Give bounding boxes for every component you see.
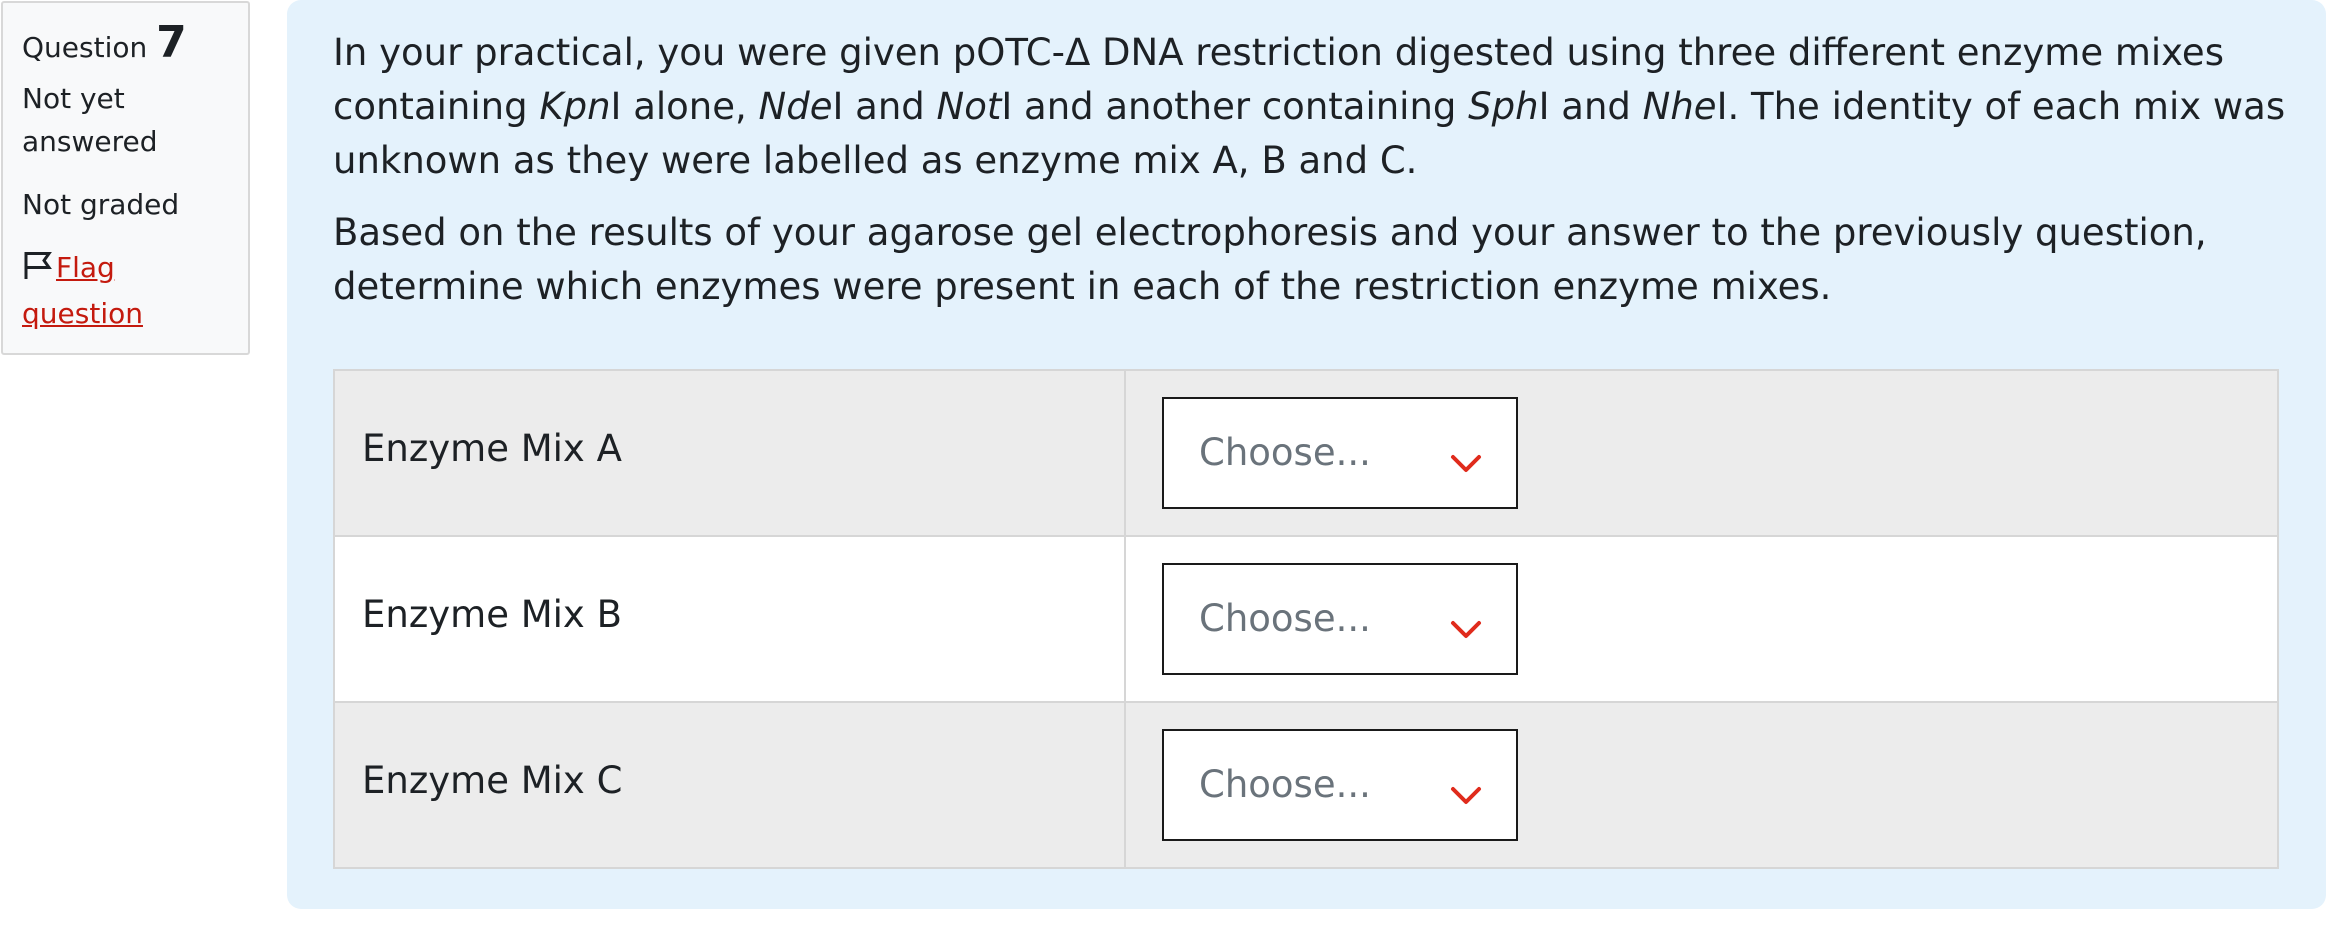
- select-value: Choose...: [1199, 763, 1371, 806]
- question-paragraph-2: Based on the results of your agarose gel…: [333, 211, 2207, 308]
- enzyme-mix-c-select[interactable]: Choose...: [1162, 729, 1518, 841]
- question-text: In your practical, you were given pOTC-Δ…: [333, 26, 2293, 332]
- enzyme-name-nde: Nde: [758, 85, 833, 128]
- enzyme-name-kpn: Kpn: [539, 85, 611, 128]
- question-text-segment: I alone,: [610, 85, 759, 128]
- flag-outline-icon[interactable]: [22, 249, 52, 292]
- row-control-cell: Choose...: [1124, 701, 2279, 869]
- select-value: Choose...: [1199, 597, 1371, 640]
- row-label-cell: Enzyme Mix A: [333, 369, 1126, 537]
- enzyme-name-nhe: Nhe: [1642, 85, 1717, 128]
- question-label: Question: [22, 31, 148, 64]
- matching-answer-table: Enzyme Mix A Choose... Enzyme Mix B Choo…: [333, 369, 2279, 869]
- question-info-panel: Question 7 Not yet answered Not graded F…: [1, 1, 250, 355]
- enzyme-mix-a-select[interactable]: Choose...: [1162, 397, 1518, 509]
- row-label-cell: Enzyme Mix C: [333, 701, 1126, 869]
- chevron-down-icon[interactable]: [1450, 606, 1482, 649]
- question-content-panel: In your practical, you were given pOTC-Δ…: [287, 0, 2326, 909]
- row-label-mix-a: Enzyme Mix A: [362, 427, 622, 470]
- chevron-down-icon[interactable]: [1450, 772, 1482, 815]
- row-label-mix-c: Enzyme Mix C: [362, 759, 623, 802]
- table-row: Enzyme Mix A Choose...: [333, 369, 2279, 537]
- question-text-segment: I and another containing: [1001, 85, 1469, 128]
- table-row: Enzyme Mix B Choose...: [333, 535, 2279, 703]
- chevron-down-icon[interactable]: [1450, 440, 1482, 483]
- select-value: Choose...: [1199, 431, 1371, 474]
- row-label-cell: Enzyme Mix B: [333, 535, 1126, 703]
- question-grade: Not graded: [22, 188, 180, 221]
- question-text-segment: I and: [1538, 85, 1643, 128]
- flag-question-control[interactable]: Flag question: [22, 246, 242, 335]
- table-row: Enzyme Mix C Choose...: [333, 701, 2279, 869]
- question-number-heading: Question 7: [22, 15, 248, 71]
- question-state: Not yet answered: [22, 82, 158, 158]
- row-control-cell: Choose...: [1124, 535, 2279, 703]
- enzyme-mix-b-select[interactable]: Choose...: [1162, 563, 1518, 675]
- question-paragraph-1: In your practical, you were given pOTC-Δ…: [333, 26, 2293, 188]
- enzyme-name-not: Not: [936, 85, 1002, 128]
- question-number: 7: [156, 17, 187, 68]
- question-text-segment: I and: [832, 85, 937, 128]
- row-control-cell: Choose...: [1124, 369, 2279, 537]
- enzyme-name-sph: Sph: [1468, 85, 1539, 128]
- row-label-mix-b: Enzyme Mix B: [362, 593, 622, 636]
